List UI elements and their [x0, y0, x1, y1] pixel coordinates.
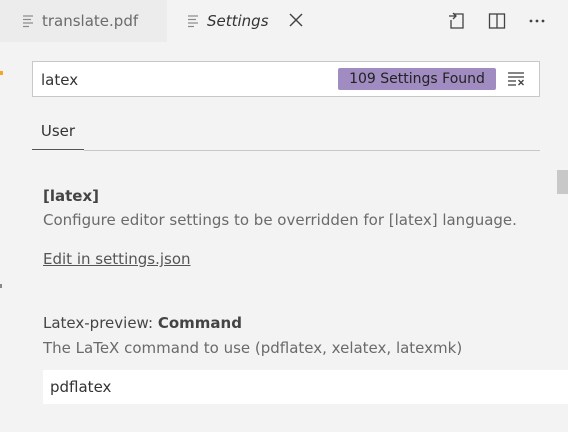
- results-count-badge: 109 Settings Found: [338, 68, 496, 90]
- edit-in-settings-json-link[interactable]: Edit in settings.json: [43, 250, 191, 268]
- more-actions-icon[interactable]: [527, 11, 547, 31]
- setting-category: Latex-preview:: [43, 314, 158, 332]
- close-icon[interactable]: [287, 11, 305, 29]
- setting-title: [latex]: [43, 187, 99, 205]
- setting-name: [latex]: [43, 187, 99, 205]
- setting-name: Command: [157, 314, 242, 332]
- editor-tab-bar: translate.pdf Settings: [0, 0, 568, 42]
- file-lines-icon: [23, 15, 33, 28]
- tab-label: Settings: [207, 12, 269, 30]
- focus-indicator: [0, 71, 3, 75]
- scrollbar-thumb[interactable]: [557, 170, 568, 194]
- tab-label: translate.pdf: [42, 12, 139, 30]
- scope-divider: [84, 150, 540, 151]
- clear-filter-icon[interactable]: [506, 69, 526, 89]
- open-settings-json-icon[interactable]: [447, 11, 467, 31]
- latex-command-input[interactable]: [43, 370, 568, 404]
- file-lines-icon: [188, 15, 198, 28]
- settings-search-input[interactable]: [39, 68, 333, 92]
- setting-title: Latex-preview: Command: [43, 314, 242, 332]
- tab-settings[interactable]: Settings: [167, 0, 317, 42]
- setting-description: Configure editor settings to be overridd…: [43, 211, 517, 229]
- split-editor-icon[interactable]: [487, 11, 507, 31]
- settings-search-box: 109 Settings Found: [32, 61, 540, 97]
- gutter-mark: [0, 284, 2, 288]
- tab-translate-pdf[interactable]: translate.pdf: [0, 0, 167, 42]
- tab-user-settings[interactable]: User: [32, 122, 84, 150]
- setting-description: The LaTeX command to use (pdflatex, xela…: [43, 339, 463, 357]
